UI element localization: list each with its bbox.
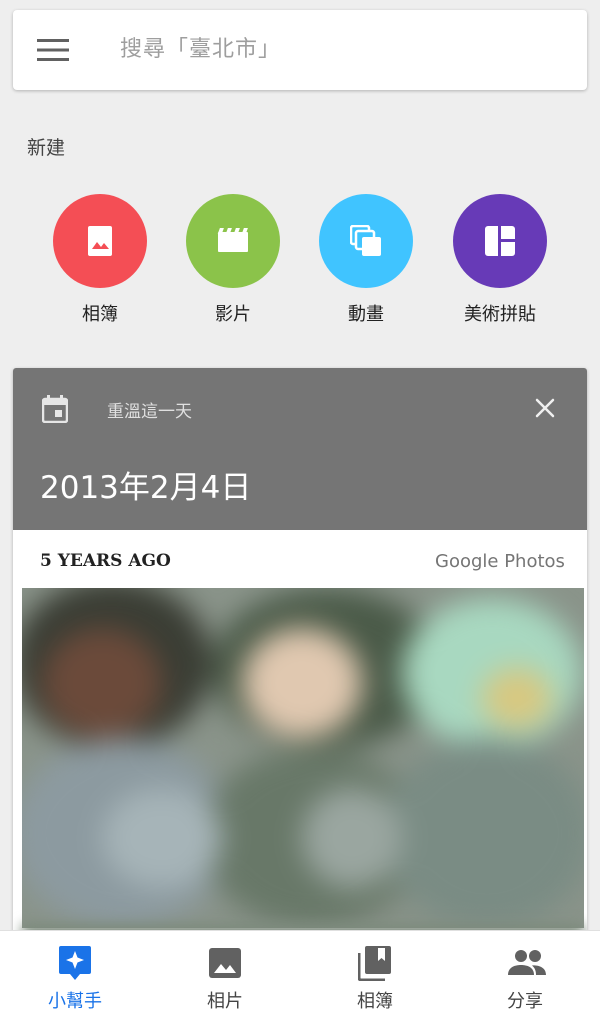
- nav-photos-label: 相片: [207, 991, 243, 1012]
- collage-icon: [453, 194, 547, 288]
- google-photos-logo: Google Photos: [435, 551, 565, 572]
- nav-albums[interactable]: 相簿: [300, 931, 450, 1023]
- create-movie-button[interactable]: 影片: [168, 194, 298, 334]
- search-bar[interactable]: 搜尋「臺北市」: [13, 10, 587, 90]
- nav-photos[interactable]: 相片: [150, 931, 300, 1023]
- create-collage-button[interactable]: 美術拼貼: [435, 194, 565, 334]
- new-section-label: 新建: [27, 137, 66, 159]
- create-album-label: 相簿: [82, 304, 118, 325]
- photos-assistant-page: 搜尋「臺北市」 新建 相簿 影片 動畫 美術拼貼 重溫這一天 2013年2月4日…: [0, 0, 600, 1023]
- memory-date: 2013年2月4日: [40, 470, 252, 506]
- memory-photo[interactable]: [22, 588, 584, 928]
- album-icon: [53, 194, 147, 288]
- nav-assistant-label: 小幫手: [48, 991, 102, 1012]
- nav-albums-label: 相簿: [357, 991, 393, 1012]
- bottom-navigation: 小幫手 相片 相簿 分享: [0, 930, 600, 1023]
- create-album-button[interactable]: 相簿: [35, 194, 165, 334]
- menu-icon[interactable]: [37, 38, 69, 62]
- nav-sharing-label: 分享: [507, 991, 543, 1012]
- calendar-icon: [41, 395, 69, 427]
- memory-card[interactable]: 重溫這一天 2013年2月4日 5 YEARS AGO Google Photo…: [13, 368, 587, 988]
- create-collage-label: 美術拼貼: [464, 304, 536, 325]
- create-movie-label: 影片: [215, 304, 251, 325]
- years-ago-label: 5 YEARS AGO: [40, 551, 171, 571]
- nav-assistant[interactable]: 小幫手: [0, 931, 150, 1023]
- nav-sharing[interactable]: 分享: [450, 931, 600, 1023]
- movie-icon: [186, 194, 280, 288]
- animation-icon: [319, 194, 413, 288]
- create-animation-label: 動畫: [348, 304, 384, 325]
- close-icon[interactable]: [533, 396, 557, 424]
- memory-card-header: 重溫這一天 2013年2月4日: [13, 368, 587, 530]
- memory-kicker: 重溫這一天: [107, 402, 192, 422]
- search-input[interactable]: 搜尋「臺北市」: [120, 34, 281, 66]
- create-animation-button[interactable]: 動畫: [301, 194, 431, 334]
